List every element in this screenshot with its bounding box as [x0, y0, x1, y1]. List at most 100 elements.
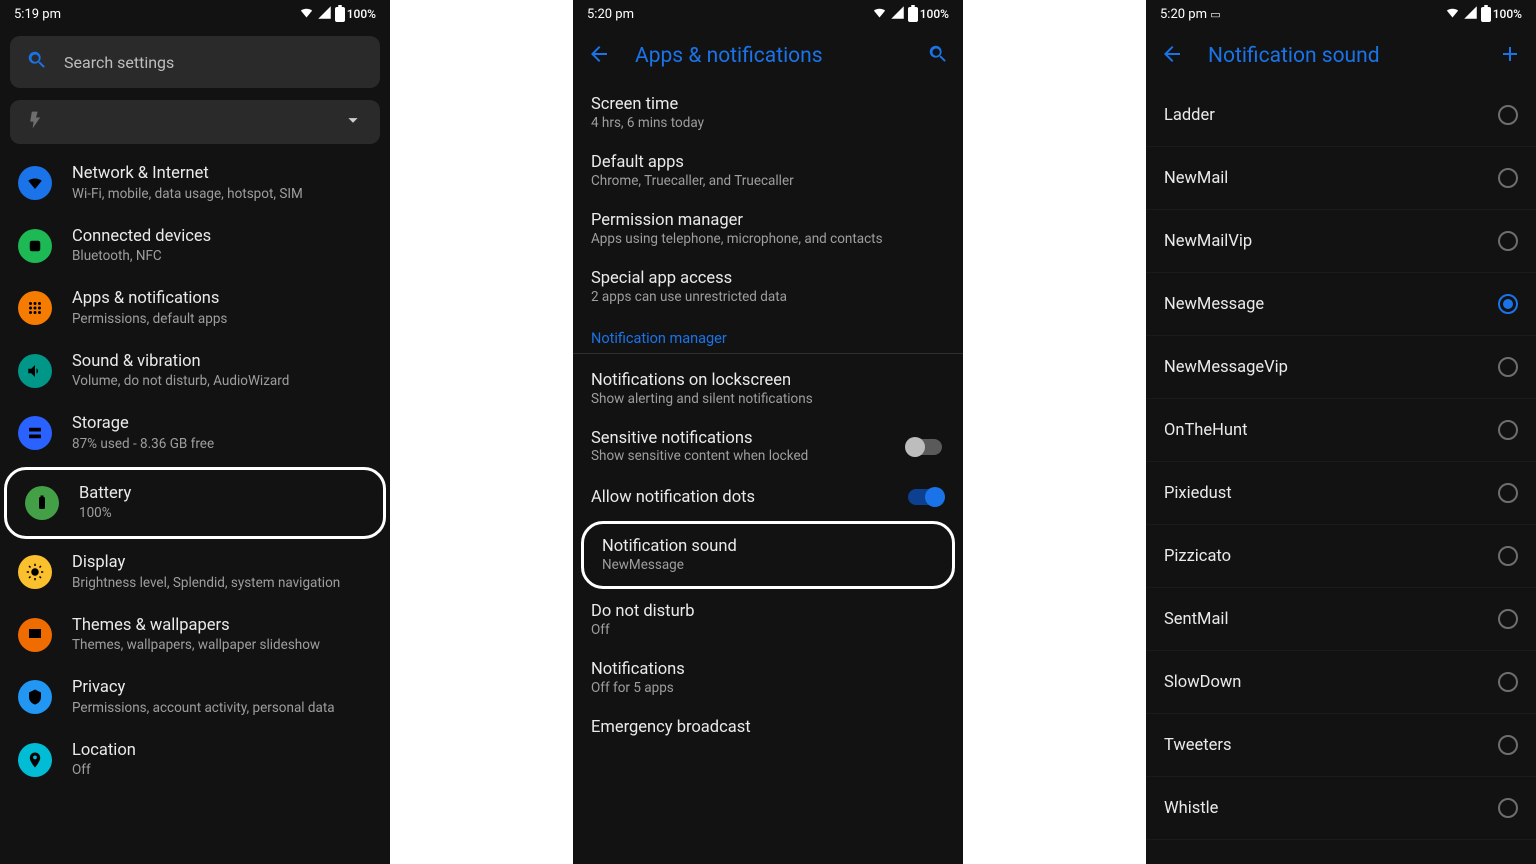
themes-icon	[18, 618, 52, 652]
radio-unchecked-icon[interactable]	[1498, 672, 1518, 692]
status-bar: 5:20 pm 100%	[573, 0, 963, 28]
search-placeholder: Search settings	[64, 53, 174, 72]
back-icon[interactable]	[587, 42, 611, 70]
switch-sensitive[interactable]	[905, 436, 945, 458]
sound-option-pixiedust[interactable]: Pixiedust	[1146, 462, 1536, 525]
row-title: Storage	[72, 414, 214, 435]
radio-unchecked-icon[interactable]	[1498, 231, 1518, 251]
battery-icon	[25, 486, 59, 520]
wifi-icon	[1445, 5, 1460, 23]
radio-unchecked-icon[interactable]	[1498, 546, 1518, 566]
settings-item-sound[interactable]: Sound & vibrationVolume, do not disturb,…	[0, 340, 390, 403]
sound-label: OnTheHunt	[1164, 421, 1248, 440]
radio-unchecked-icon[interactable]	[1498, 420, 1518, 440]
row-sub: Bluetooth, NFC	[72, 248, 211, 265]
back-icon[interactable]	[1160, 42, 1184, 70]
radio-unchecked-icon[interactable]	[1498, 357, 1518, 377]
row-sub: Permissions, account activity, personal …	[72, 700, 335, 717]
storage-icon	[18, 416, 52, 450]
settings-item-network[interactable]: Network & InternetWi-Fi, mobile, data us…	[0, 152, 390, 215]
row-sub: Apps using telephone, microphone, and co…	[591, 231, 945, 247]
status-time: 5:20 pm	[587, 7, 634, 22]
sound-label: Ladder	[1164, 106, 1215, 125]
section-notification-manager[interactable]: Notification manager	[573, 316, 963, 354]
sound-option-pizzicato[interactable]: Pizzicato	[1146, 525, 1536, 588]
sound-option-sentmail[interactable]: SentMail	[1146, 588, 1536, 651]
sound-option-whistle[interactable]: Whistle	[1146, 777, 1536, 840]
radio-unchecked-icon[interactable]	[1498, 483, 1518, 503]
radio-unchecked-icon[interactable]	[1498, 105, 1518, 125]
row-sub: Show alerting and silent notifications	[591, 391, 945, 407]
row-title: Apps & notifications	[72, 289, 227, 310]
row-notifications-on-lockscreen[interactable]: Notifications on lockscreen Show alertin…	[573, 360, 963, 418]
row-notifications[interactable]: Notifications Off for 5 apps	[573, 649, 963, 707]
row-permission-manager[interactable]: Permission manager Apps using telephone,…	[573, 200, 963, 258]
status-right: 100%	[872, 5, 949, 23]
settings-item-themes[interactable]: Themes & wallpapersThemes, wallpapers, w…	[0, 604, 390, 667]
network-icon	[18, 166, 52, 200]
row-title: Emergency broadcast	[591, 718, 945, 737]
settings-item-display[interactable]: DisplayBrightness level, Splendid, syste…	[0, 541, 390, 604]
sound-label: Pixiedust	[1164, 484, 1232, 503]
sound-label: Tweeters	[1164, 736, 1232, 755]
row-title: Display	[72, 553, 340, 574]
header-title: Apps & notifications	[635, 44, 903, 68]
sound-option-onthehunt[interactable]: OnTheHunt	[1146, 399, 1536, 462]
row-allow-notification-dots[interactable]: Allow notification dots	[573, 475, 963, 519]
bolt-icon	[26, 110, 46, 134]
row-default-apps[interactable]: Default apps Chrome, Truecaller, and Tru…	[573, 142, 963, 200]
row-sub: 87% used - 8.36 GB free	[72, 436, 214, 453]
settings-item-apps[interactable]: Apps & notificationsPermissions, default…	[0, 277, 390, 340]
row-title: Battery	[79, 484, 131, 505]
battery-indicator: 100%	[908, 7, 949, 22]
row-sub: Show sensitive content when locked	[591, 448, 808, 464]
settings-item-location[interactable]: LocationOff	[0, 729, 390, 792]
privacy-icon	[18, 680, 52, 714]
settings-item-privacy[interactable]: PrivacyPermissions, account activity, pe…	[0, 666, 390, 729]
row-do-not-disturb[interactable]: Do not disturb Off	[573, 591, 963, 649]
search-icon[interactable]	[927, 43, 949, 69]
search-settings[interactable]: Search settings	[10, 36, 380, 88]
signal-icon	[890, 5, 905, 23]
row-title: Themes & wallpapers	[72, 616, 320, 637]
screen-settings-root: 5:19 pm 100% Search settings Network &	[0, 0, 390, 864]
settings-item-connected[interactable]: Connected devicesBluetooth, NFC	[0, 215, 390, 278]
row-sub: 2 apps can use unrestricted data	[591, 289, 945, 305]
connected-icon	[18, 229, 52, 263]
row-sensitive-notifications[interactable]: Sensitive notifications Show sensitive c…	[573, 418, 963, 475]
row-emergency-broadcast[interactable]: Emergency broadcast	[573, 707, 963, 748]
settings-item-storage[interactable]: Storage87% used - 8.36 GB free	[0, 402, 390, 465]
apps-icon	[18, 291, 52, 325]
sound-option-newmailvip[interactable]: NewMailVip	[1146, 210, 1536, 273]
radio-unchecked-icon[interactable]	[1498, 168, 1518, 188]
highlight-notification-sound: Notification sound NewMessage	[581, 521, 955, 589]
sound-option-ladder[interactable]: Ladder	[1146, 84, 1536, 147]
sound-option-newmessage[interactable]: NewMessage	[1146, 273, 1536, 336]
status-bar: 5:20 pm ▭ 100%	[1146, 0, 1536, 28]
sound-option-tweeters[interactable]: Tweeters	[1146, 714, 1536, 777]
row-special-app-access[interactable]: Special app access 2 apps can use unrest…	[573, 258, 963, 316]
row-title: Notification sound	[602, 537, 934, 556]
row-title: Sensitive notifications	[591, 429, 808, 448]
row-screen-time[interactable]: Screen time 4 hrs, 6 mins today	[573, 84, 963, 142]
sound-option-newmessagevip[interactable]: NewMessageVip	[1146, 336, 1536, 399]
radio-checked-icon[interactable]	[1498, 294, 1518, 314]
display-icon	[18, 555, 52, 589]
add-icon[interactable]	[1498, 42, 1522, 70]
row-sub: 100%	[79, 505, 131, 522]
account-dropdown[interactable]	[10, 100, 380, 144]
radio-unchecked-icon[interactable]	[1498, 798, 1518, 818]
radio-unchecked-icon[interactable]	[1498, 609, 1518, 629]
header: Notification sound	[1146, 28, 1536, 84]
settings-item-battery[interactable]: Battery100%	[7, 472, 383, 535]
row-title: Do not disturb	[591, 602, 945, 621]
row-title: Location	[72, 741, 136, 762]
radio-unchecked-icon[interactable]	[1498, 735, 1518, 755]
sound-option-newmail[interactable]: NewMail	[1146, 147, 1536, 210]
row-notification-sound[interactable]: Notification sound NewMessage	[584, 526, 952, 584]
sound-option-slowdown[interactable]: SlowDown	[1146, 651, 1536, 714]
status-bar: 5:19 pm 100%	[0, 0, 390, 28]
sound-label: NewMessageVip	[1164, 358, 1288, 377]
chevron-down-icon	[342, 109, 364, 135]
switch-allow-dots[interactable]	[905, 486, 945, 508]
